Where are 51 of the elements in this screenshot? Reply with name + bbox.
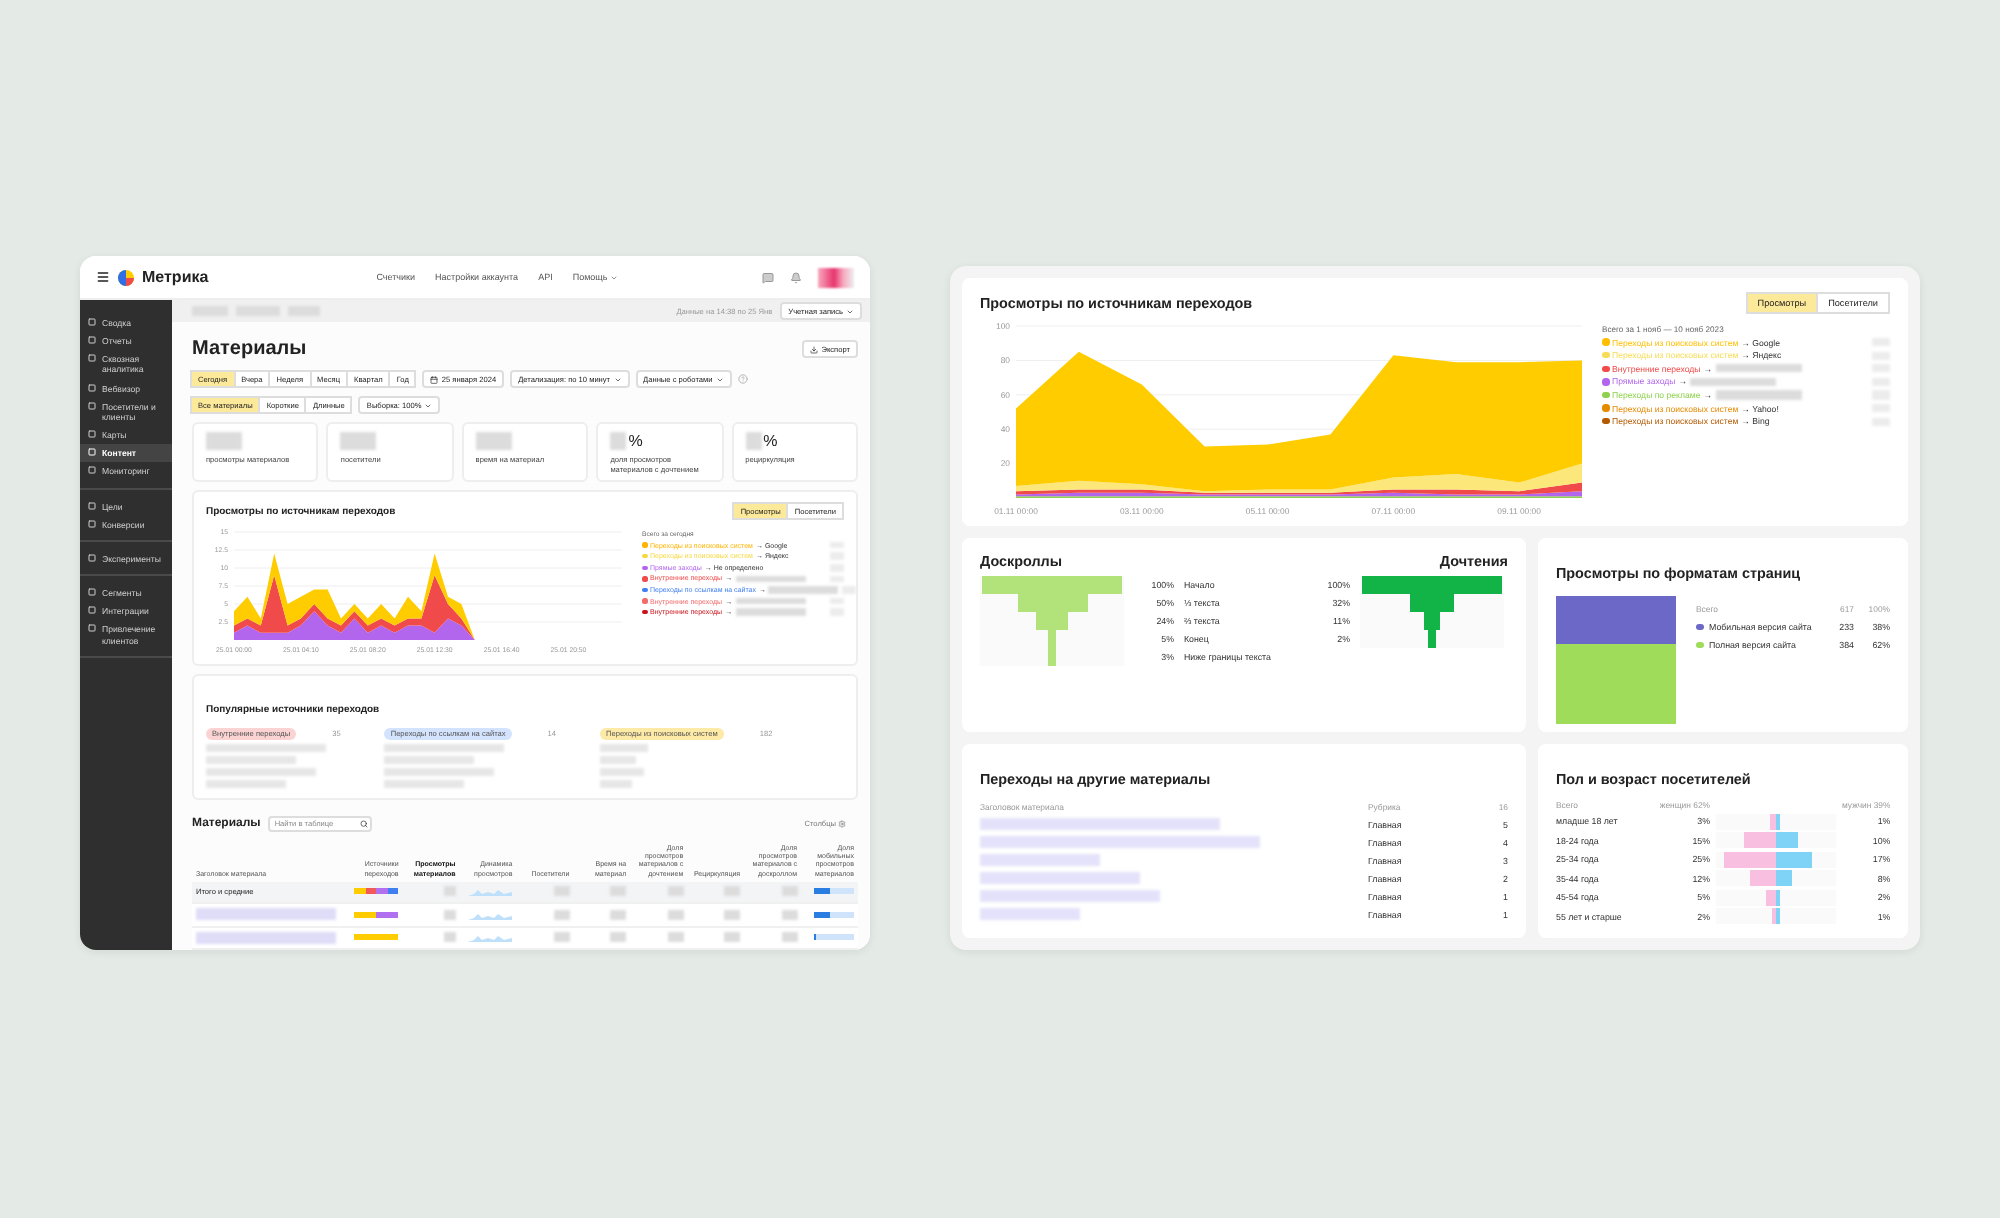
- redacted-block: [206, 432, 242, 450]
- logo-icon: [118, 269, 134, 285]
- redacted-block: [1715, 364, 1802, 373]
- redacted-block: [980, 854, 1100, 866]
- source-bar: [354, 888, 399, 895]
- redacted-block: [475, 432, 512, 450]
- redacted-block: [745, 432, 762, 450]
- source-bar: [354, 911, 399, 918]
- redacted-block: [196, 908, 336, 921]
- page-title: Материалы: [192, 338, 307, 360]
- square-icon: [88, 383, 96, 392]
- menu-icon[interactable]: [96, 270, 110, 284]
- logo-text: Метрика: [142, 268, 209, 286]
- chat-icon[interactable]: [762, 271, 774, 283]
- square-icon: [88, 401, 96, 410]
- avatar[interactable]: [818, 267, 854, 287]
- search-icon: [360, 820, 369, 828]
- sparkline-drawing: [468, 909, 513, 920]
- square-icon: [88, 466, 96, 475]
- square-icon: [88, 354, 96, 363]
- redacted-block: [340, 432, 377, 450]
- redacted-block: [980, 908, 1080, 920]
- kpi-unit: %: [628, 432, 643, 450]
- bell-icon[interactable]: [790, 271, 802, 283]
- redacted-block: [196, 931, 336, 944]
- sparkline-drawing: [468, 886, 513, 897]
- help-icon[interactable]: [737, 374, 748, 384]
- redacted-block: [1715, 390, 1802, 400]
- redacted-block: [610, 432, 627, 450]
- calendar-icon: [430, 375, 439, 383]
- redacted-block: [735, 575, 806, 583]
- square-icon: [88, 430, 96, 439]
- settings-icon: [838, 820, 846, 828]
- square-icon: [88, 588, 96, 597]
- square-icon: [88, 318, 96, 326]
- kpi-unit: %: [763, 432, 778, 450]
- source-bar: [354, 934, 399, 941]
- square-icon: [88, 336, 96, 345]
- share-drawing: [1556, 596, 1676, 724]
- square-icon: [88, 624, 96, 633]
- square-icon: [88, 606, 96, 615]
- square-icon: [88, 448, 96, 457]
- mobile-share-bar: [814, 888, 854, 895]
- mobile-share-bar: [814, 934, 854, 941]
- sparkline-drawing: [468, 932, 513, 943]
- mobile-share-bar: [814, 911, 854, 918]
- square-icon: [88, 519, 96, 528]
- square-icon: [88, 553, 96, 562]
- redacted-block: [1690, 377, 1777, 387]
- square-icon: [88, 501, 96, 510]
- download-icon: [810, 345, 819, 353]
